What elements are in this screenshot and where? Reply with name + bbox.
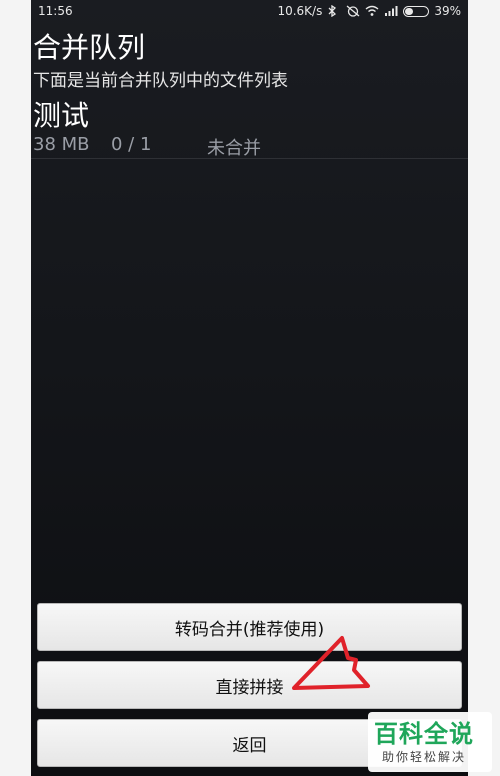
file-status: 未合并: [207, 138, 261, 159]
watermark-main: 百科全说: [374, 720, 474, 748]
page-subtitle: 下面是当前合并队列中的文件列表: [33, 71, 288, 91]
transcode-merge-button[interactable]: 转码合并(推荐使用): [37, 603, 462, 651]
watermark-sub: 助你轻松解决: [382, 750, 467, 764]
battery-icon: [403, 5, 430, 17]
file-progress: 0 / 1: [111, 134, 152, 155]
direct-concat-button[interactable]: 直接拼接: [37, 661, 462, 709]
annotation-arrow-icon: [292, 636, 370, 690]
page-title: 合并队列: [33, 31, 146, 64]
battery-fill: [405, 7, 414, 15]
page-frame: 11:56 10.6K/s 39% 合并队列 下面是当前合并队列中的文件列表 测…: [0, 0, 500, 776]
network-speed: 10.6K/s: [277, 4, 323, 18]
battery-percent: 39%: [434, 4, 461, 18]
wifi-icon: [365, 5, 379, 17]
watermark-logo: 百科全说 助你轻松解决: [368, 712, 492, 772]
file-name: 测试: [33, 99, 90, 132]
status-bar: 11:56 10.6K/s 39%: [31, 0, 468, 22]
file-size: 38 MB: [33, 134, 90, 155]
signal-icon: [384, 5, 398, 17]
status-time: 11:56: [38, 4, 73, 18]
bluetooth-icon: [327, 4, 341, 18]
status-icons: 10.6K/s 39%: [277, 4, 461, 18]
phone-screen: 11:56 10.6K/s 39% 合并队列 下面是当前合并队列中的文件列表 测…: [31, 0, 468, 776]
alarm-off-icon: [346, 5, 360, 17]
list-item[interactable]: 测试 38 MB 0 / 1 未合并: [31, 92, 468, 159]
